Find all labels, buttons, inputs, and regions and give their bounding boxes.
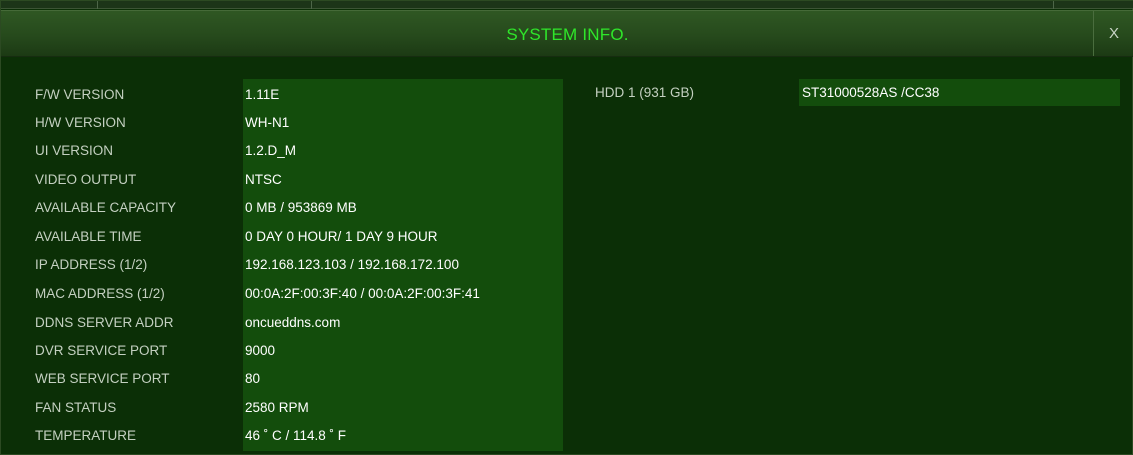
label-fw-version: F/W VERSION — [35, 87, 125, 102]
top-menu-strip — [1, 1, 1133, 9]
value-hdd-1: ST31000528AS /CC38 — [802, 85, 940, 100]
label-hw-version: H/W VERSION — [35, 115, 126, 130]
label-ip-address: IP ADDRESS (1/2) — [35, 257, 148, 272]
close-button[interactable]: X — [1093, 11, 1133, 56]
label-available-capacity: AVAILABLE CAPACITY — [35, 200, 177, 215]
value-fw-version: 1.11E — [245, 87, 280, 102]
value-mac-address: 00:0A:2F:00:3F:40 / 00:0A:2F:00:3F:41 — [245, 286, 480, 301]
value-ddns-server: oncueddns.com — [245, 315, 341, 330]
label-video-output: VIDEO OUTPUT — [35, 172, 137, 187]
label-available-time: AVAILABLE TIME — [35, 229, 142, 244]
value-available-time: 0 DAY 0 HOUR/ 1 DAY 9 HOUR — [245, 229, 438, 244]
label-temperature: TEMPERATURE — [35, 428, 137, 443]
label-ddns-server: DDNS SERVER ADDR — [35, 315, 174, 330]
label-fan-status: FAN STATUS — [35, 400, 117, 415]
label-dvr-service-port: DVR SERVICE PORT — [35, 343, 168, 358]
value-temperature: 46 ˚ C / 114.8 ˚ F — [245, 428, 347, 443]
value-ip-address: 192.168.123.103 / 192.168.172.100 — [245, 257, 459, 272]
value-ui-version: 1.2.D_M — [245, 143, 297, 158]
label-web-service-port: WEB SERVICE PORT — [35, 371, 170, 386]
system-info-window: SYSTEM INFO. X F/W VERSION 1.11E H/W VER… — [0, 0, 1133, 455]
label-ui-version: UI VERSION — [35, 143, 114, 158]
window-title: SYSTEM INFO. — [506, 25, 629, 44]
value-video-output: NTSC — [245, 172, 282, 187]
value-web-service-port: 80 — [245, 371, 261, 386]
title-bar: SYSTEM INFO. X — [1, 10, 1133, 57]
label-hdd-1: HDD 1 (931 GB) — [595, 85, 695, 100]
value-fan-status: 2580 RPM — [245, 400, 309, 415]
value-available-capacity: 0 MB / 953869 MB — [245, 200, 357, 215]
label-mac-address: MAC ADDRESS (1/2) — [35, 286, 165, 301]
value-dvr-service-port: 9000 — [245, 343, 276, 358]
value-hw-version: WH-N1 — [245, 115, 290, 130]
